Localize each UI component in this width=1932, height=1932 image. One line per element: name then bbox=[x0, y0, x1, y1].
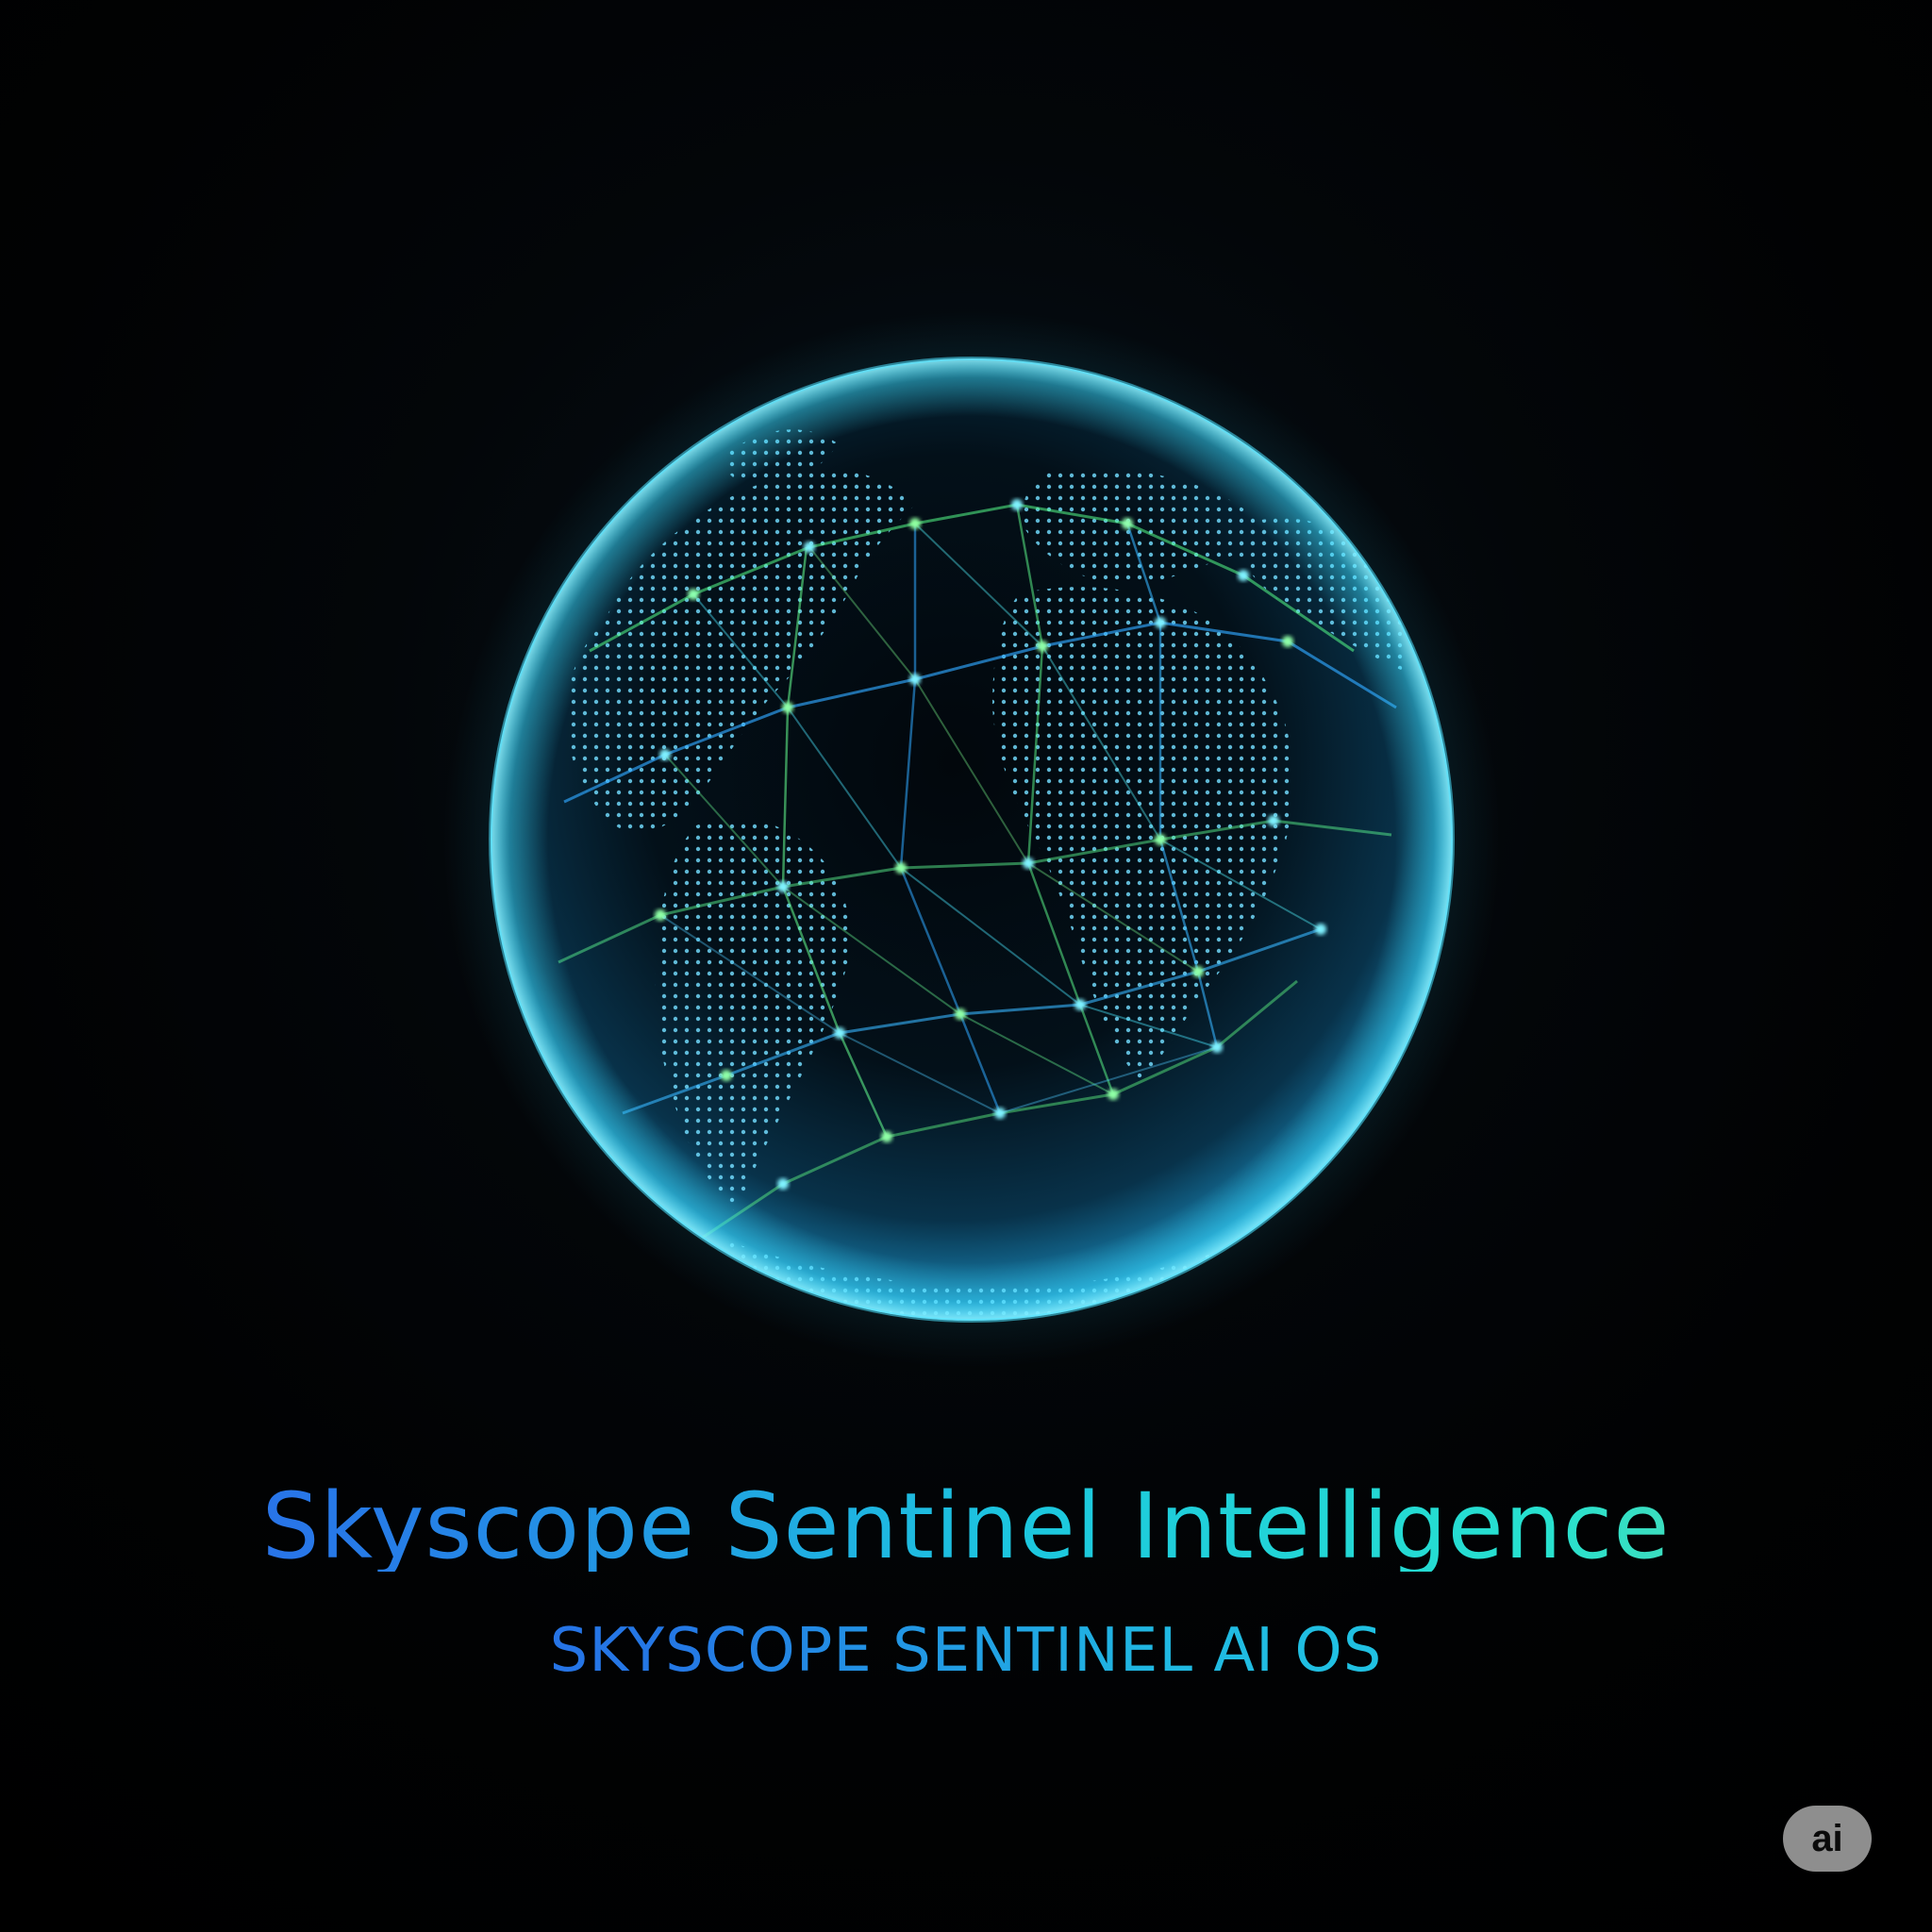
globe-rim-light bbox=[491, 358, 1453, 1321]
brand-title: Skyscope Sentinel Intelligence bbox=[0, 1481, 1932, 1572]
brand-subtitle: SKYSCOPE SENTINEL AI OS bbox=[0, 1621, 1932, 1681]
ai-badge: ai bbox=[1783, 1806, 1872, 1872]
network-globe-graphic bbox=[443, 311, 1500, 1368]
ai-badge-label: ai bbox=[1811, 1817, 1843, 1859]
splash-screen: Skyscope Sentinel Intelligence SKYSCOPE … bbox=[0, 0, 1932, 1932]
globe-svg bbox=[443, 311, 1500, 1368]
